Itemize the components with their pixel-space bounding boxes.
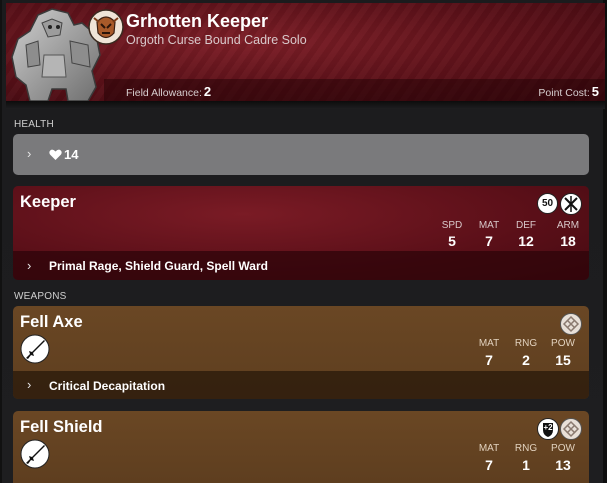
weapon-stat-mat-label: MAT — [478, 338, 500, 349]
stat-arm-label: ARM — [556, 220, 580, 231]
health-row[interactable]: › 14 — [13, 134, 589, 175]
melee-blade-icon — [20, 439, 50, 469]
stat-mat-value: 7 — [485, 233, 493, 249]
weapon-card-fell-axe: Fell Axe MAT 7 RNG 2 POW 15 › Critical D… — [13, 306, 589, 399]
card-frame: Grhotten Keeper Orgoth Curse Bound Cadre… — [0, 0, 607, 483]
model-card-keeper: Keeper 50 SPD 5 MAT 7 DEF 12 ARM 18 › Pr… — [13, 186, 589, 280]
field-allowance-value: 2 — [203, 84, 212, 99]
weapon-stat-mat-value: 7 — [485, 457, 493, 473]
weapon-stat-rng-value: 1 — [522, 457, 530, 473]
stat-def-label: DEF — [516, 220, 536, 231]
weapon-card-fell-shield: Fell Shield +2 MAT 7 RNG 1 POW 13 — [13, 411, 589, 483]
point-cost-label: Point Cost: — [538, 87, 590, 99]
weapon-quality-icon — [560, 418, 582, 440]
heart-icon — [49, 149, 62, 160]
weapon-stat-pow-label: POW — [551, 443, 575, 454]
unit-subtitle: Orgoth Curse Bound Cadre Solo — [126, 33, 307, 47]
chevron-right-icon: › — [27, 377, 32, 392]
weapon-stat-rng-value: 2 — [522, 352, 530, 368]
melee-blade-icon — [20, 334, 50, 364]
weapon-stat-mat-value: 7 — [485, 352, 493, 368]
model-name: Keeper — [20, 193, 76, 211]
weapon-stat-mat-label: MAT — [478, 443, 500, 454]
shield-bonus-value: +2 — [543, 423, 553, 432]
weapon-stat-rng-label: RNG — [514, 338, 538, 349]
stat-spd-label: SPD — [441, 220, 463, 231]
faction-orgoth-icon — [88, 9, 124, 45]
chevron-right-icon: › — [27, 146, 32, 161]
field-allowance-label: Field Allowance: — [126, 87, 202, 99]
weapon-name: Fell Axe — [20, 313, 83, 331]
weapon-abilities: Critical Decapitation — [49, 379, 166, 393]
shield-bonus-icon: +2 — [537, 418, 559, 440]
model-abilities: Primal Rage, Shield Guard, Spell Ward — [49, 259, 268, 273]
unit-header: Grhotten Keeper Orgoth Curse Bound Cadre… — [6, 3, 605, 101]
crossed-weapons-icon — [560, 193, 582, 215]
health-section-label: HEALTH — [14, 119, 54, 130]
header-info-bar: Field Allowance: 2 Point Cost: 5 — [104, 79, 605, 101]
stat-spd-value: 5 — [448, 233, 456, 249]
point-cost: Point Cost: 5 — [538, 84, 599, 99]
weapon-abilities-row[interactable]: › Critical Decapitation — [13, 371, 589, 399]
stat-arm-value: 18 — [560, 233, 576, 249]
weapon-stat-pow-value: 15 — [555, 352, 571, 368]
model-abilities-row[interactable]: › Primal Rage, Shield Guard, Spell Ward — [13, 251, 589, 280]
health-value: 14 — [64, 147, 79, 162]
weapon-name: Fell Shield — [20, 418, 103, 436]
chevron-right-icon: › — [27, 258, 32, 273]
weapon-quality-icon — [560, 313, 582, 335]
weapons-section-label: WEAPONS — [14, 291, 67, 302]
stat-mat-label: MAT — [478, 220, 500, 231]
unit-title: Grhotten Keeper — [126, 11, 269, 31]
point-cost-value: 5 — [591, 84, 599, 99]
header-shadow — [6, 101, 605, 109]
field-allowance: Field Allowance: 2 — [126, 84, 211, 99]
base-size-badge: 50 — [537, 193, 558, 214]
weapon-stat-pow-label: POW — [551, 338, 575, 349]
weapon-stat-rng-label: RNG — [514, 443, 538, 454]
weapon-stat-pow-value: 13 — [555, 457, 571, 473]
stat-def-value: 12 — [518, 233, 534, 249]
